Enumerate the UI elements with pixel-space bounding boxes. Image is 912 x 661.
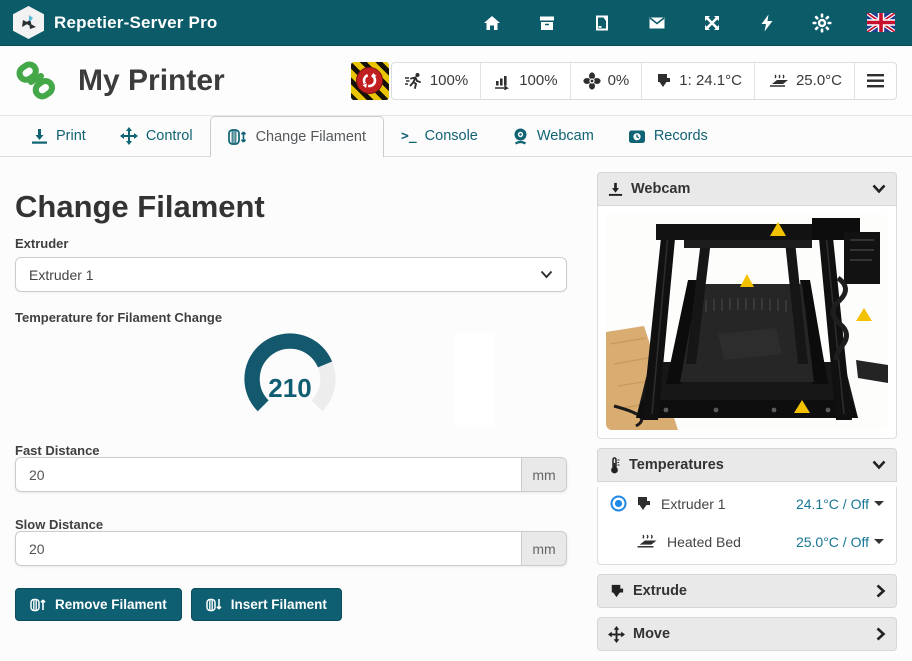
printer-connected-icon bbox=[14, 60, 58, 102]
chevron-down-icon bbox=[872, 460, 886, 470]
top-navbar: Repetier-Server Pro bbox=[0, 0, 912, 46]
temperature-gauge[interactable]: 210 bbox=[228, 323, 352, 435]
connection-icon[interactable] bbox=[757, 13, 777, 33]
extruder-nozzle-icon bbox=[654, 72, 672, 90]
select-chevron-down-icon bbox=[540, 270, 553, 279]
caret-down-icon bbox=[874, 501, 884, 506]
tab-control[interactable]: Control bbox=[103, 116, 210, 156]
bed-temp-value: 25.0°C bbox=[796, 72, 842, 89]
move-panel: Move bbox=[597, 617, 897, 651]
printer-icon bbox=[608, 182, 623, 197]
fast-distance-label: Fast Distance bbox=[15, 443, 100, 458]
move-arrows-icon bbox=[608, 626, 625, 643]
fast-distance-input[interactable] bbox=[15, 457, 521, 492]
emergency-stop-icon bbox=[356, 67, 383, 94]
slow-distance-input[interactable] bbox=[15, 531, 521, 566]
chevron-right-icon bbox=[876, 584, 886, 598]
extruder-temp-dropdown[interactable]: 24.1°C / Off bbox=[796, 496, 884, 512]
hamburger-menu-icon bbox=[867, 74, 884, 88]
tab-print[interactable]: Print bbox=[14, 116, 103, 156]
printer-status-bar: 100% 100% bbox=[391, 62, 897, 100]
repetier-logo-icon bbox=[13, 6, 44, 39]
flow-multiplier[interactable]: 100% bbox=[481, 63, 570, 99]
home-icon[interactable] bbox=[482, 13, 502, 33]
brand-home-link[interactable]: Repetier-Server Pro bbox=[0, 6, 217, 39]
bed-temp-row: Heated Bed 25.0°C / Off bbox=[598, 525, 896, 558]
move-panel-header[interactable]: Move bbox=[597, 617, 897, 651]
settings-gear-icon[interactable] bbox=[812, 13, 832, 33]
flow-value: 100% bbox=[519, 72, 557, 89]
right-sidebar: Webcam bbox=[597, 172, 897, 660]
language-flag-uk-icon[interactable] bbox=[867, 13, 895, 32]
filament-down-icon bbox=[206, 596, 223, 613]
webcam-image bbox=[606, 214, 888, 430]
repetier-server-window: Repetier-Server Pro bbox=[0, 0, 912, 661]
extruder-nozzle-icon bbox=[608, 583, 625, 600]
temperatures-panel-body: Extruder 1 24.1°C / Off Heated Bed bbox=[597, 487, 897, 565]
bed-temp-dropdown[interactable]: 25.0°C / Off bbox=[796, 534, 884, 550]
extruder-label: Extruder bbox=[15, 236, 68, 251]
tab-change-filament[interactable]: Change Filament bbox=[210, 116, 384, 157]
printer-header: My Printer 100 bbox=[0, 46, 912, 116]
tab-console[interactable]: >_ Console bbox=[384, 116, 495, 156]
brand-name: Repetier-Server Pro bbox=[54, 13, 217, 33]
tab-records[interactable]: Records bbox=[611, 116, 725, 156]
bed-name: Heated Bed bbox=[667, 534, 741, 550]
extruder-select[interactable]: Extruder 1 bbox=[15, 257, 567, 292]
console-icon: >_ bbox=[401, 129, 417, 144]
filament-up-icon bbox=[30, 596, 47, 613]
heated-bed-icon bbox=[767, 72, 789, 90]
extruder-nozzle-icon bbox=[634, 495, 652, 513]
flow-bars-icon bbox=[493, 72, 512, 90]
emergency-stop-button[interactable] bbox=[351, 62, 389, 100]
projects-icon[interactable] bbox=[592, 13, 612, 33]
extruder-name: Extruder 1 bbox=[661, 496, 726, 512]
extrude-panel-header[interactable]: Extrude bbox=[597, 574, 897, 608]
heated-bed-icon bbox=[634, 532, 658, 551]
remove-filament-button[interactable]: Remove Filament bbox=[15, 588, 182, 621]
extruder-temp-status[interactable]: 1: 24.1°C bbox=[642, 63, 755, 99]
fan-status[interactable]: 0% bbox=[571, 63, 643, 99]
temperatures-panel: Temperatures Extruder 1 bbox=[597, 448, 897, 565]
printer-tabbar: Print Control Change Filament >_ Console bbox=[0, 116, 912, 157]
extruder-temp-row: Extruder 1 24.1°C / Off bbox=[598, 487, 896, 520]
webcam-panel-header[interactable]: Webcam bbox=[597, 172, 897, 206]
chevron-right-icon bbox=[876, 627, 886, 641]
insert-filament-button[interactable]: Insert Filament bbox=[191, 588, 342, 621]
slow-distance-group: mm bbox=[15, 531, 567, 566]
messages-icon[interactable] bbox=[647, 13, 667, 33]
page-title: Change Filament bbox=[15, 189, 265, 225]
speed-value: 100% bbox=[430, 72, 468, 89]
fan-value: 0% bbox=[608, 72, 630, 89]
webcam-panel: Webcam bbox=[597, 172, 897, 439]
speed-runner-icon bbox=[404, 72, 423, 90]
extruder-radio-icon[interactable] bbox=[610, 495, 627, 512]
slow-distance-label: Slow Distance bbox=[15, 517, 103, 532]
caret-down-icon bbox=[874, 539, 884, 544]
temperature-label: Temperature for Filament Change bbox=[15, 310, 222, 325]
navbar-menu bbox=[482, 13, 912, 33]
thermometer-icon bbox=[608, 457, 621, 474]
fast-distance-group: mm bbox=[15, 457, 567, 492]
tab-webcam[interactable]: Webcam bbox=[495, 116, 611, 156]
speed-multiplier[interactable]: 100% bbox=[392, 63, 481, 99]
bed-temp-status[interactable]: 25.0°C bbox=[755, 63, 855, 99]
extruder-temp-value: 1: 24.1°C bbox=[679, 72, 742, 89]
printer-menu-button[interactable] bbox=[855, 63, 896, 99]
gcode-storage-icon[interactable] bbox=[537, 13, 557, 33]
gauge-value: 210 bbox=[228, 373, 352, 404]
extruder-select-value: Extruder 1 bbox=[29, 267, 94, 283]
slow-distance-unit: mm bbox=[521, 531, 567, 566]
temperatures-panel-header[interactable]: Temperatures bbox=[597, 448, 897, 482]
extrude-panel: Extrude bbox=[597, 574, 897, 608]
gauge-slider-placeholder bbox=[455, 332, 495, 425]
fast-distance-unit: mm bbox=[521, 457, 567, 492]
chevron-down-icon bbox=[872, 184, 886, 194]
fullscreen-icon[interactable] bbox=[702, 13, 722, 33]
printer-title: My Printer bbox=[78, 64, 225, 98]
fan-icon bbox=[583, 72, 601, 90]
